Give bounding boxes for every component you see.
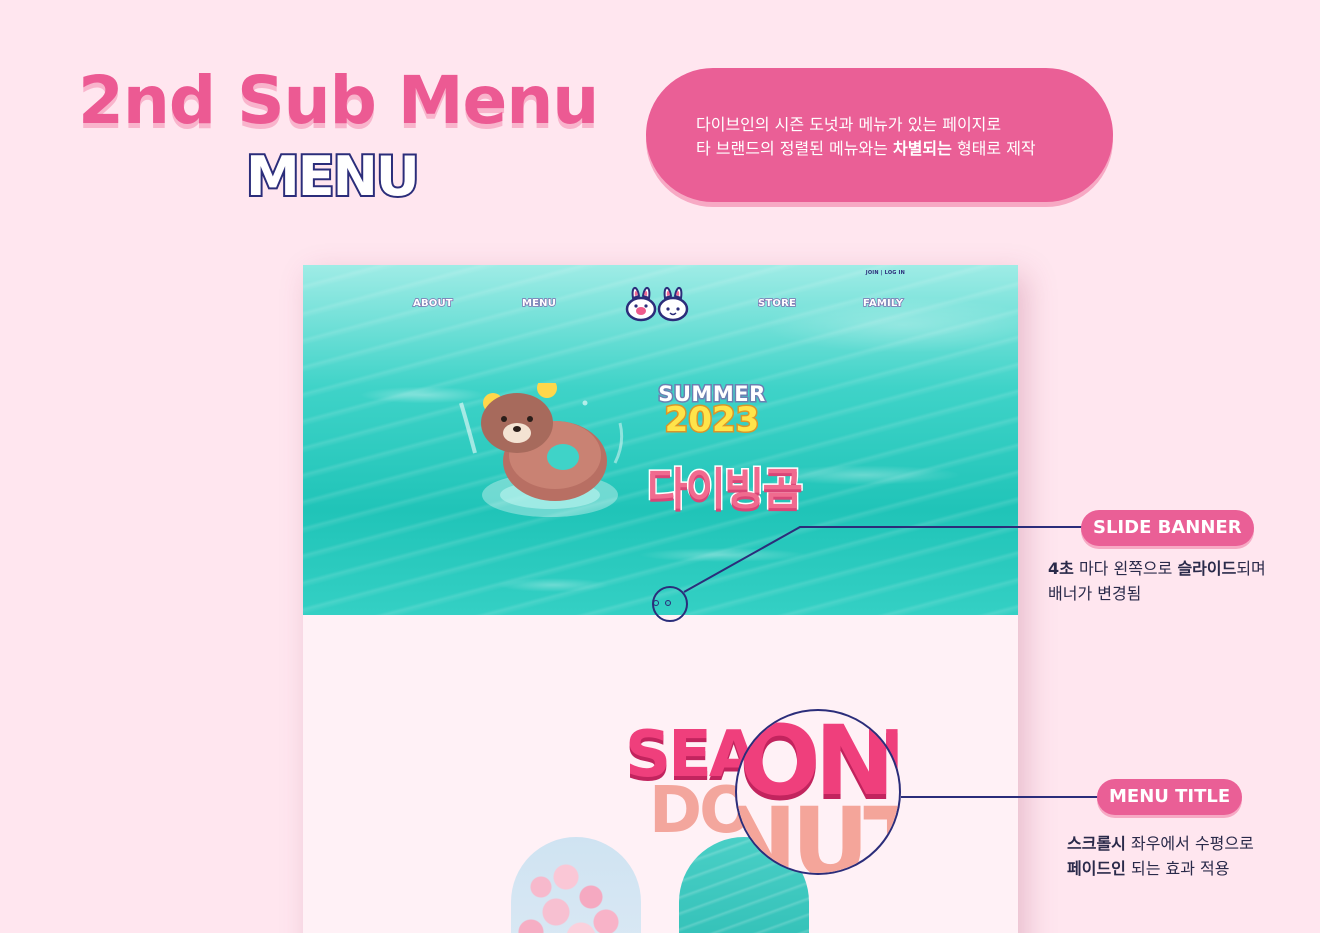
nav-item-family[interactable]: FAMILY [862,297,904,310]
join-login-links[interactable]: JOIN | LOG IN [866,270,905,276]
slide-banner-note-end: 되며 [1236,559,1266,578]
hero-product-name: 다이빙곰 [646,463,805,517]
menu-title-note: 스크롤시 좌우에서 수평으로 페이드인 되는 효과 적용 [1067,831,1254,881]
menu-title-label: MENU TITLE [1097,779,1243,815]
hero-year: 2023 [663,399,761,442]
bunny-logo-icon[interactable] [625,284,691,322]
page-subtitle: MENU [244,143,422,210]
hero-season-text: SUMMER 2023 [647,381,777,442]
description-line-2-prefix: 타 브랜드의 정렬된 메뉴와는 [696,139,893,158]
slide-banner[interactable]: JOIN | LOG IN ABOUT MENU STORE FAMILY SU… [303,265,1018,615]
page-title: 2nd Sub Menu [78,62,599,139]
menu-card-blossom[interactable] [511,837,641,933]
slide-banner-note-line-1: 4초 마다 왼쪽으로 슬라이드되며 [1048,556,1266,581]
nav-item-menu[interactable]: MENU [521,297,556,310]
magnified-title-line-2: NUT [737,787,899,875]
description-line-1: 다이브인의 시즌 도넛과 메뉴가 있는 페이지로 [696,115,1002,134]
slide-banner-note-line-2: 배너가 변경됨 [1048,584,1142,603]
description-line-2: 타 브랜드의 정렬된 메뉴와는 차별되는 형태로 제작 [696,137,1113,161]
slide-pager-focus-ring [652,586,688,622]
nav-item-about[interactable]: ABOUT [412,297,453,310]
nav-item-store[interactable]: STORE [757,297,796,310]
description-line-2-bold: 차별되는 [892,139,952,158]
slide-banner-label: SLIDE BANNER [1081,510,1254,546]
bear-float-icon [459,383,624,517]
menu-title-magnifier: ON NUT [735,709,901,875]
description-line-2-suffix: 형태로 제작 [951,139,1036,158]
menu-title-note-line-2: 페이드인 되는 효과 적용 [1067,856,1254,881]
slide-banner-note-bold-1: 4초 [1048,559,1074,578]
menu-title-note-line-1: 스크롤시 좌우에서 수평으로 [1067,831,1254,856]
menu-title-note-end-1: 좌우에서 수평으로 [1125,834,1254,853]
slide-banner-note-bold-2: 슬라이드 [1177,559,1237,578]
menu-title-note-end-2: 되는 효과 적용 [1125,859,1230,878]
slide-banner-note: 4초 마다 왼쪽으로 슬라이드되며 배너가 변경됨 [1048,556,1266,606]
menu-title-note-bold-2: 페이드인 [1067,859,1126,878]
description-pill: 다이브인의 시즌 도넛과 메뉴가 있는 페이지로 타 브랜드의 정렬된 메뉴와는… [646,68,1113,202]
menu-title-note-bold-1: 스크롤시 [1067,834,1126,853]
slide-banner-note-mid: 마다 왼쪽으로 [1073,559,1178,578]
